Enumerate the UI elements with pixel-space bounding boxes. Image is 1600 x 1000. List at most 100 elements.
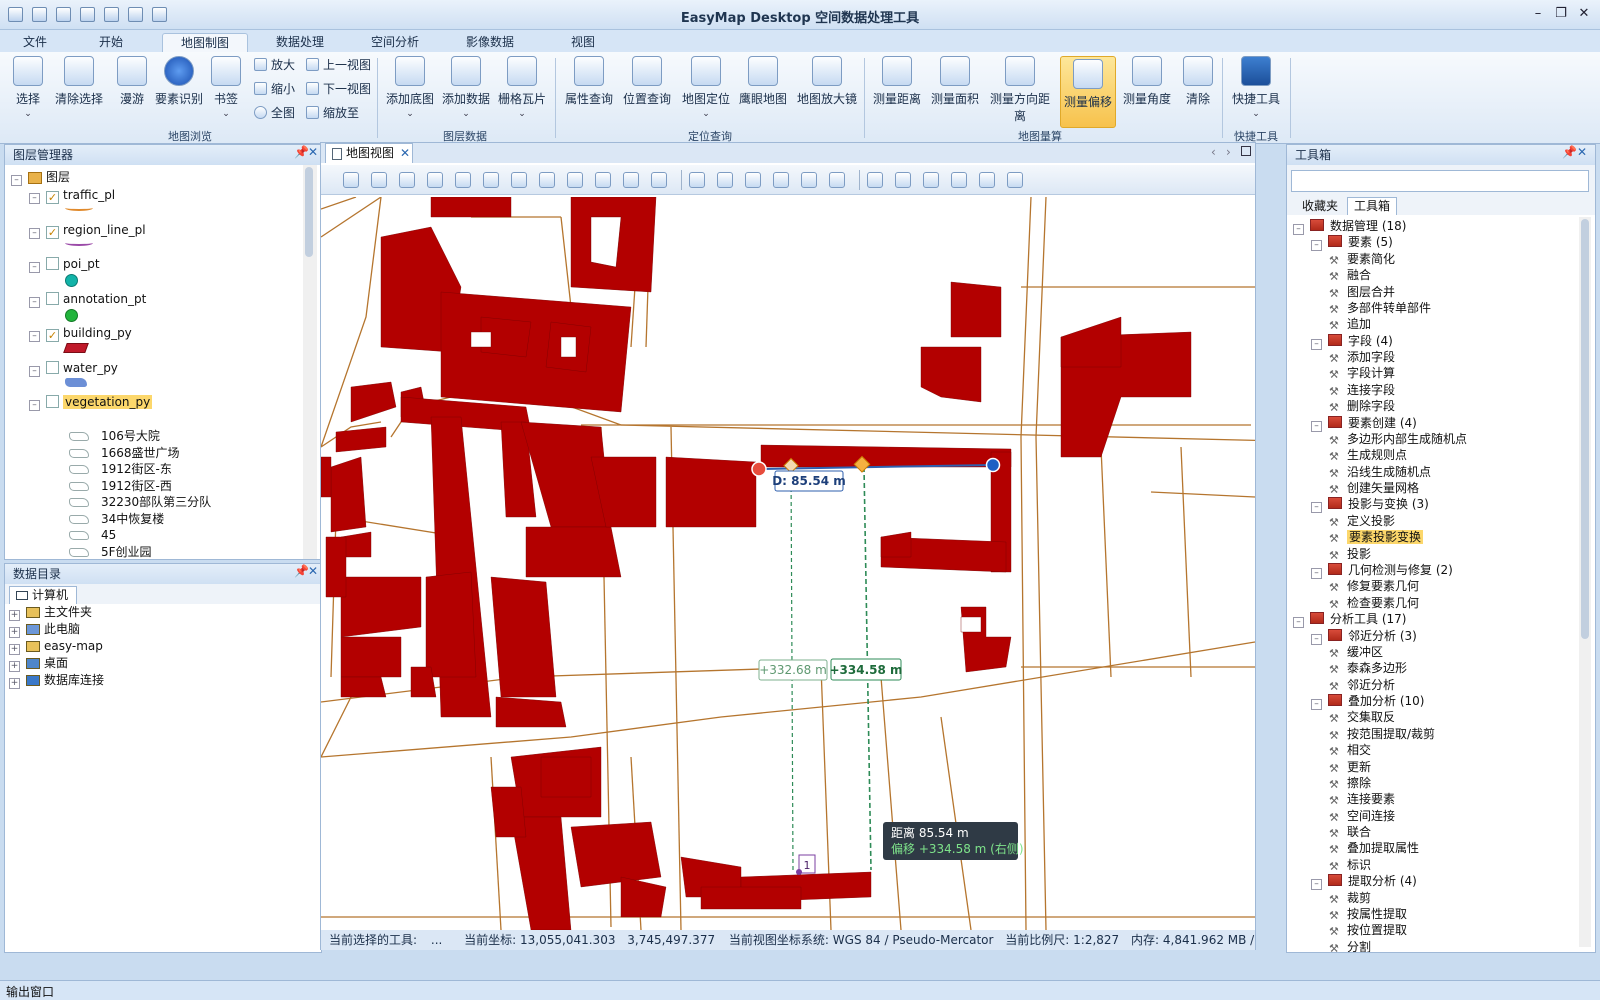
collapse-icon[interactable]: – bbox=[29, 262, 40, 273]
catalog-item[interactable]: + 数据库连接 bbox=[9, 672, 104, 689]
close-icon[interactable]: ✕ bbox=[308, 145, 318, 159]
tool-item[interactable]: ⚒ 字段计算 bbox=[1329, 365, 1395, 381]
tab-map-view[interactable]: 地图视图 ✕ bbox=[325, 143, 413, 163]
layer-row[interactable]: – ✓ traffic_pl bbox=[29, 187, 115, 204]
window-list-icon[interactable] bbox=[1241, 146, 1251, 156]
tool-item[interactable]: ⚒ 要素简化 bbox=[1329, 251, 1395, 267]
building-polygon[interactable] bbox=[665, 456, 757, 528]
tool-item[interactable]: ⚒ 图层合并 bbox=[1329, 284, 1395, 300]
tool-item[interactable]: ⚒ 空间连接 bbox=[1329, 808, 1395, 824]
collapse-icon[interactable]: – bbox=[29, 400, 40, 411]
collapse-icon[interactable]: – bbox=[1293, 617, 1304, 629]
zoom-layer-icon[interactable] bbox=[483, 172, 499, 188]
search-icon[interactable] bbox=[567, 172, 583, 188]
full-extent-button[interactable]: 全图 bbox=[254, 104, 295, 122]
select-line-icon[interactable] bbox=[801, 172, 817, 188]
tool-item[interactable]: ⚒ 邻近分析 bbox=[1329, 677, 1395, 693]
close-button[interactable]: ✕ bbox=[1576, 6, 1592, 22]
binoculars-icon[interactable] bbox=[595, 172, 611, 188]
tab-file[interactable]: 文件 bbox=[10, 33, 60, 52]
magnifier-icon[interactable] bbox=[651, 172, 667, 188]
loc-query-button[interactable]: 位置查询 bbox=[620, 56, 674, 107]
tool-item[interactable]: ⚒ 按属性提取 bbox=[1329, 906, 1407, 922]
attr-query-button[interactable]: 属性查询 bbox=[562, 56, 616, 107]
measure-angle-button[interactable]: 测量角度 bbox=[1120, 56, 1174, 107]
measure-dir-distance-button[interactable]: 测量方向距离 bbox=[986, 56, 1054, 124]
catalog-item[interactable]: + easy-map bbox=[9, 638, 104, 655]
building-polygon[interactable] bbox=[321, 456, 332, 498]
tool-item[interactable]: ⚒ 裁剪 bbox=[1329, 890, 1371, 906]
tool-item[interactable]: ⚒ 生成规则点 bbox=[1329, 447, 1407, 463]
tool-item[interactable]: ⚒ 检查要素几何 bbox=[1329, 595, 1419, 611]
collapse-icon[interactable]: – bbox=[1311, 502, 1322, 514]
tab-toolbox[interactable]: 工具箱 bbox=[1347, 197, 1397, 215]
collapse-icon[interactable]: – bbox=[1311, 338, 1322, 350]
tool-item[interactable]: ⚒ 泰森多边形 bbox=[1329, 660, 1407, 676]
toolbox-search-input[interactable] bbox=[1291, 170, 1589, 192]
tab-data-processing[interactable]: 数据处理 bbox=[265, 33, 335, 52]
building-polygon[interactable] bbox=[760, 444, 1012, 468]
tool-item[interactable]: ⚒ 分割 bbox=[1329, 939, 1371, 952]
add-basemap-button[interactable]: 添加底图 ⌄ bbox=[384, 56, 436, 119]
collapse-icon[interactable]: – bbox=[1311, 420, 1322, 432]
zoom-out-icon[interactable] bbox=[399, 172, 415, 188]
tool-item[interactable]: ⚒ 要素投影变换 bbox=[1329, 529, 1424, 545]
toolbox-group[interactable]: – 要素 (5) bbox=[1311, 234, 1393, 252]
collapse-icon[interactable]: – bbox=[1293, 224, 1304, 235]
tab-favorites[interactable]: 收藏夹 bbox=[1295, 197, 1345, 215]
next-view-button[interactable]: 下一视图 bbox=[306, 80, 371, 98]
toolbox-group[interactable]: – 投影与变换 (3) bbox=[1311, 496, 1429, 514]
tool-item[interactable]: ⚒ 沿线生成随机点 bbox=[1329, 464, 1431, 480]
clear-measure-button[interactable]: 清除 bbox=[1178, 56, 1218, 107]
toolbox-group[interactable]: – 邻近分析 (3) bbox=[1311, 628, 1417, 645]
collapse-icon[interactable]: – bbox=[1311, 699, 1322, 711]
angle-icon[interactable] bbox=[979, 172, 995, 188]
catalog-item[interactable]: + 主文件夹 bbox=[9, 604, 104, 621]
close-tab-icon[interactable]: ✕ bbox=[400, 146, 410, 160]
pin-icon[interactable]: 📌 bbox=[294, 145, 309, 159]
tool-item[interactable]: ⚒ 连接要素 bbox=[1329, 791, 1395, 807]
eagle-eye-button[interactable]: 鹰眼地图 bbox=[736, 56, 790, 107]
offset-ruler-icon[interactable] bbox=[951, 172, 967, 188]
tool-item[interactable]: ⚒ 添加字段 bbox=[1329, 349, 1395, 365]
collapse-icon[interactable]: – bbox=[1311, 879, 1322, 891]
full-extent-icon[interactable] bbox=[455, 172, 471, 188]
collapse-icon[interactable]: – bbox=[1311, 240, 1322, 252]
expand-icon[interactable]: + bbox=[9, 610, 20, 621]
tool-item[interactable]: ⚒ 按位置提取 bbox=[1329, 922, 1407, 938]
quick-tools-button[interactable]: 快捷工具 ⌄ bbox=[1228, 56, 1284, 119]
select-rect-icon[interactable] bbox=[717, 172, 733, 188]
toolbox-group[interactable]: – 提取分析 (4) bbox=[1311, 873, 1417, 891]
minimize-button[interactable]: – bbox=[1530, 6, 1546, 22]
layer-row[interactable]: – annotation_pt bbox=[29, 291, 146, 308]
area-ruler-icon[interactable] bbox=[895, 172, 911, 188]
layer-row[interactable]: – poi_pt bbox=[29, 256, 100, 273]
measure-area-button[interactable]: 测量面积 bbox=[928, 56, 982, 107]
trash-icon[interactable] bbox=[1007, 172, 1023, 188]
layer-visibility-checkbox[interactable] bbox=[46, 395, 59, 408]
layer-row[interactable]: – ✓ building_py bbox=[29, 325, 132, 342]
expand-icon[interactable]: + bbox=[9, 678, 20, 689]
measure-offset-button[interactable]: 测量偏移 bbox=[1060, 56, 1116, 128]
tool-item[interactable]: ⚒ 连接字段 bbox=[1329, 382, 1395, 398]
layer-visibility-checkbox[interactable] bbox=[46, 257, 59, 270]
toolbox-group[interactable]: – 要素创建 (4) bbox=[1311, 415, 1417, 432]
toolbox-group[interactable]: – 数据管理 (18) bbox=[1293, 218, 1406, 235]
collapse-icon[interactable]: – bbox=[29, 227, 40, 239]
toolbox-group[interactable]: – 几何检测与修复 (2) bbox=[1311, 562, 1453, 579]
pan-icon[interactable] bbox=[343, 172, 359, 188]
select-button[interactable]: 选择 ⌄ bbox=[8, 56, 48, 119]
pan-button[interactable]: 漫游 bbox=[112, 56, 152, 107]
building-polygon[interactable] bbox=[325, 536, 347, 598]
zoom-in-icon[interactable] bbox=[371, 172, 387, 188]
map-canvas[interactable]: D: 85.54 m +332.68 m +334.58 m 1 距离 85.5… bbox=[321, 197, 1255, 930]
direction-ruler-icon[interactable] bbox=[923, 172, 939, 188]
measure-end-point[interactable] bbox=[985, 457, 1001, 473]
building-polygon[interactable] bbox=[350, 381, 397, 423]
clear-select-icon[interactable] bbox=[829, 172, 845, 188]
collapse-icon[interactable]: – bbox=[11, 175, 22, 186]
catalog-item[interactable]: + 桌面 bbox=[9, 655, 104, 672]
globe-icon[interactable] bbox=[427, 172, 443, 188]
tab-map-making[interactable]: 地图制图 bbox=[162, 33, 248, 52]
building-polygon[interactable] bbox=[340, 636, 402, 678]
